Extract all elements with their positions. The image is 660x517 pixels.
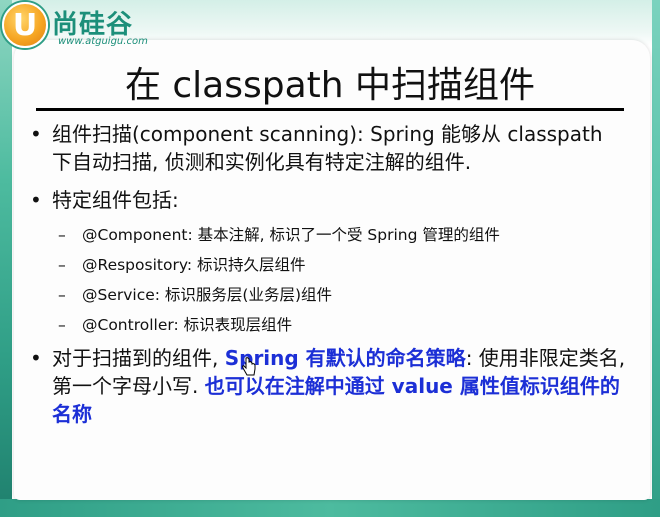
title-divider (36, 108, 624, 111)
dash-icon: – (58, 256, 66, 274)
slide-title: 在 classpath 中扫描组件 (124, 65, 536, 106)
sub-item-text: @Controller: 标识表现层组件 (82, 316, 293, 334)
sub-list-item: – @Controller: 标识表现层组件 (28, 312, 628, 338)
logo-url: www.atguigu.com (58, 36, 148, 47)
bullet-text: 特定组件包括: (52, 188, 179, 212)
sub-list-item: – @Component: 基本注解, 标识了一个受 Spring 管理的组件 (28, 222, 628, 248)
logo-mark-letter: U (12, 8, 38, 43)
dash-icon: – (58, 286, 66, 304)
hand-pointer-icon (242, 357, 256, 376)
sub-list-item: – @Respository: 标识持久层组件 (28, 252, 628, 278)
bullet-dot-icon: • (30, 122, 42, 146)
bullet-item: • 特定组件包括: (28, 186, 628, 214)
bullet-text-emphasis: Spring 有默认的命名策略 (224, 346, 466, 370)
sub-item-text: @Component: 基本注解, 标识了一个受 Spring 管理的组件 (82, 226, 500, 244)
sub-item-text: @Service: 标识服务层(业务层)组件 (82, 286, 333, 304)
bullet-text: 组件扫描(component scanning): Spring 能够从 cla… (52, 122, 603, 174)
bottom-decorative-edge (0, 499, 660, 517)
dash-icon: – (58, 316, 66, 334)
bullet-dot-icon: • (30, 346, 42, 370)
logo-mark-icon: U (2, 2, 48, 48)
bullet-dot-icon: • (30, 188, 42, 212)
bullet-item: • 对于扫描到的组件, Spring 有默认的命名策略: 使用非限定类名, 第一… (28, 344, 628, 428)
sub-list: – @Component: 基本注解, 标识了一个受 Spring 管理的组件 … (28, 222, 628, 338)
slide-content: • 组件扫描(component scanning): Spring 能够从 c… (28, 118, 628, 428)
sub-item-text: @Respository: 标识持久层组件 (82, 256, 306, 274)
brand-logo: U 尚硅谷 www.atguigu.com (2, 2, 172, 50)
bullet-text-plain: 对于扫描到的组件, (52, 346, 225, 370)
bullet-item: • 组件扫描(component scanning): Spring 能够从 c… (28, 120, 628, 176)
dash-icon: – (58, 226, 66, 244)
sub-list-item: – @Service: 标识服务层(业务层)组件 (28, 282, 628, 308)
